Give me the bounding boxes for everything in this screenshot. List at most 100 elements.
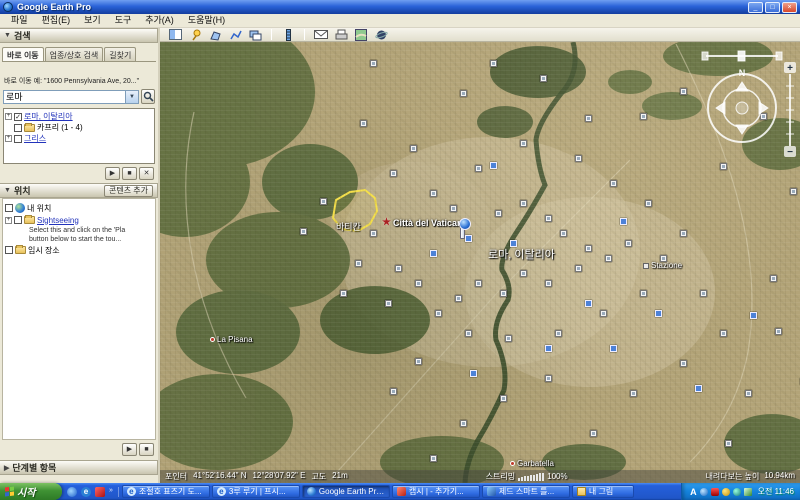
photo-overlay-icon[interactable] bbox=[490, 60, 497, 67]
media-quicklaunch-icon[interactable] bbox=[67, 487, 77, 497]
ruler-icon[interactable] bbox=[281, 29, 295, 41]
photo-overlay-icon[interactable] bbox=[320, 198, 327, 205]
photo-overlay-icon[interactable] bbox=[410, 145, 417, 152]
photo-overlay-icon[interactable] bbox=[465, 330, 472, 337]
tab-2[interactable]: 길찾기 bbox=[104, 47, 136, 61]
search-panel-header[interactable]: ▼ 검색 bbox=[0, 28, 158, 43]
photo-overlay-icon[interactable] bbox=[720, 330, 727, 337]
photo-overlay-icon[interactable] bbox=[680, 88, 687, 95]
overflow-chevron-icon[interactable]: » bbox=[109, 487, 113, 497]
clear-tour-button[interactable]: ✕ bbox=[139, 167, 154, 180]
maximize-button[interactable]: □ bbox=[765, 2, 780, 13]
photo-overlay-icon[interactable] bbox=[600, 310, 607, 317]
task-button[interactable]: e3루 루기 | 프시... bbox=[212, 485, 300, 498]
red-quicklaunch-icon[interactable] bbox=[95, 487, 105, 497]
play-tour-button[interactable]: ▶ bbox=[122, 443, 137, 456]
task-button[interactable]: e조절호 표즈기 도... bbox=[122, 485, 210, 498]
search-combobox[interactable]: ▼ bbox=[3, 90, 139, 104]
sky-icon[interactable] bbox=[374, 29, 388, 41]
photo-overlay-icon[interactable] bbox=[300, 228, 307, 235]
add-content-button[interactable]: 콘텐츠 추가 bbox=[104, 185, 153, 197]
photo-overlay-icon[interactable] bbox=[640, 113, 647, 120]
tab-0[interactable]: 바로 이동 bbox=[2, 47, 44, 61]
search-input[interactable] bbox=[4, 91, 125, 103]
photo-overlay-icon[interactable] bbox=[575, 265, 582, 272]
print-icon[interactable] bbox=[334, 29, 348, 41]
search-button[interactable] bbox=[141, 89, 155, 104]
close-button[interactable]: × bbox=[782, 2, 797, 13]
task-button[interactable]: Google Earth Pro... bbox=[302, 485, 390, 498]
tree-item-sightseeing[interactable]: + Sightseeing bbox=[5, 214, 153, 226]
photo-overlay-icon[interactable] bbox=[520, 200, 527, 207]
map-label[interactable]: 로마, 이탈리아 bbox=[488, 246, 555, 262]
pen-tray-icon[interactable] bbox=[744, 488, 752, 496]
map-label[interactable]: 바티칸 bbox=[336, 220, 361, 233]
photo-overlay-icon[interactable] bbox=[385, 300, 392, 307]
title-bar[interactable]: Google Earth Pro _ □ × bbox=[0, 0, 800, 14]
photo-overlay-icon[interactable] bbox=[360, 120, 367, 127]
photo-overlay-icon[interactable] bbox=[605, 255, 612, 262]
photo-overlay-icon[interactable] bbox=[355, 260, 362, 267]
photo-overlay-icon[interactable] bbox=[455, 295, 462, 302]
map-view[interactable]: 바티칸★Città del Vaticano로마, 이탈리아StazioneLa… bbox=[160, 42, 800, 483]
photo-overlay-icon[interactable] bbox=[430, 190, 437, 197]
photo-overlay-icon[interactable] bbox=[640, 290, 647, 297]
photo-overlay-icon[interactable] bbox=[390, 388, 397, 395]
photo-overlay-icon[interactable] bbox=[475, 165, 482, 172]
map-label[interactable]: Garbatella bbox=[510, 459, 554, 468]
photo-overlay-icon[interactable] bbox=[520, 270, 527, 277]
photo-overlay-icon[interactable] bbox=[745, 390, 752, 397]
search-result-row[interactable]: +그리스 bbox=[5, 133, 153, 144]
ie-quicklaunch-icon[interactable]: e bbox=[81, 487, 91, 497]
photo-overlay-icon[interactable] bbox=[630, 390, 637, 397]
minimize-button[interactable]: _ bbox=[748, 2, 763, 13]
photo-overlay-icon[interactable] bbox=[505, 335, 512, 342]
clock-tray-icon[interactable] bbox=[722, 488, 730, 496]
play-tour-button[interactable]: ▶ bbox=[105, 167, 120, 180]
placemark-icon[interactable] bbox=[188, 29, 202, 41]
overlay-icon[interactable] bbox=[248, 29, 262, 41]
photo-overlay-icon[interactable] bbox=[645, 200, 652, 207]
photo-overlay-icon[interactable] bbox=[520, 140, 527, 147]
map-label[interactable]: Stazione bbox=[643, 261, 682, 270]
photo-overlay-icon[interactable] bbox=[500, 290, 507, 297]
poi-icon[interactable] bbox=[655, 310, 662, 317]
photo-overlay-icon[interactable] bbox=[475, 280, 482, 287]
tree-item-temporary-places[interactable]: 임시 장소 bbox=[5, 244, 153, 256]
photo-overlay-icon[interactable] bbox=[680, 360, 687, 367]
photo-overlay-icon[interactable] bbox=[555, 330, 562, 337]
search-result-row[interactable]: +✓로마, 이탈리아 bbox=[5, 111, 153, 122]
photo-overlay-icon[interactable] bbox=[575, 155, 582, 162]
photo-overlay-icon[interactable] bbox=[545, 215, 552, 222]
checkbox[interactable] bbox=[14, 124, 22, 132]
photo-overlay-icon[interactable] bbox=[390, 170, 397, 177]
start-button[interactable]: 시작 bbox=[0, 483, 62, 500]
stop-tour-button[interactable]: ■ bbox=[122, 167, 137, 180]
search-result-row[interactable]: 카프리 (1 - 4) bbox=[5, 122, 153, 133]
result-label[interactable]: 로마, 이탈리아 bbox=[24, 111, 73, 122]
chevron-down-icon[interactable]: ▼ bbox=[125, 91, 138, 103]
photo-overlay-icon[interactable] bbox=[460, 420, 467, 427]
photo-overlay-icon[interactable] bbox=[460, 90, 467, 97]
shield-tray-icon[interactable] bbox=[711, 488, 719, 496]
poi-icon[interactable] bbox=[470, 370, 477, 377]
poi-icon[interactable] bbox=[585, 300, 592, 307]
photo-overlay-icon[interactable] bbox=[415, 358, 422, 365]
blue-tray-icon[interactable] bbox=[700, 488, 708, 496]
photo-overlay-icon[interactable] bbox=[540, 75, 547, 82]
menu-item-2[interactable]: 보기 bbox=[77, 14, 108, 27]
checkbox[interactable] bbox=[14, 216, 22, 224]
photo-overlay-icon[interactable] bbox=[590, 430, 597, 437]
layers-panel-header[interactable]: ▶ 단계별 항목 bbox=[0, 460, 158, 475]
poi-icon[interactable] bbox=[490, 162, 497, 169]
photo-overlay-icon[interactable] bbox=[340, 290, 347, 297]
checkbox[interactable]: ✓ bbox=[14, 113, 22, 121]
photo-overlay-icon[interactable] bbox=[500, 395, 507, 402]
tab-1[interactable]: 업종/상호 검색 bbox=[45, 47, 104, 61]
tree-item-my-places[interactable]: 내 위치 bbox=[5, 202, 153, 214]
map-label[interactable]: La Pisana bbox=[210, 335, 253, 344]
photo-overlay-icon[interactable] bbox=[415, 280, 422, 287]
maps-icon[interactable] bbox=[354, 29, 368, 41]
task-button[interactable]: 캡시 | - 추가기... bbox=[392, 485, 480, 498]
photo-overlay-icon[interactable] bbox=[370, 230, 377, 237]
